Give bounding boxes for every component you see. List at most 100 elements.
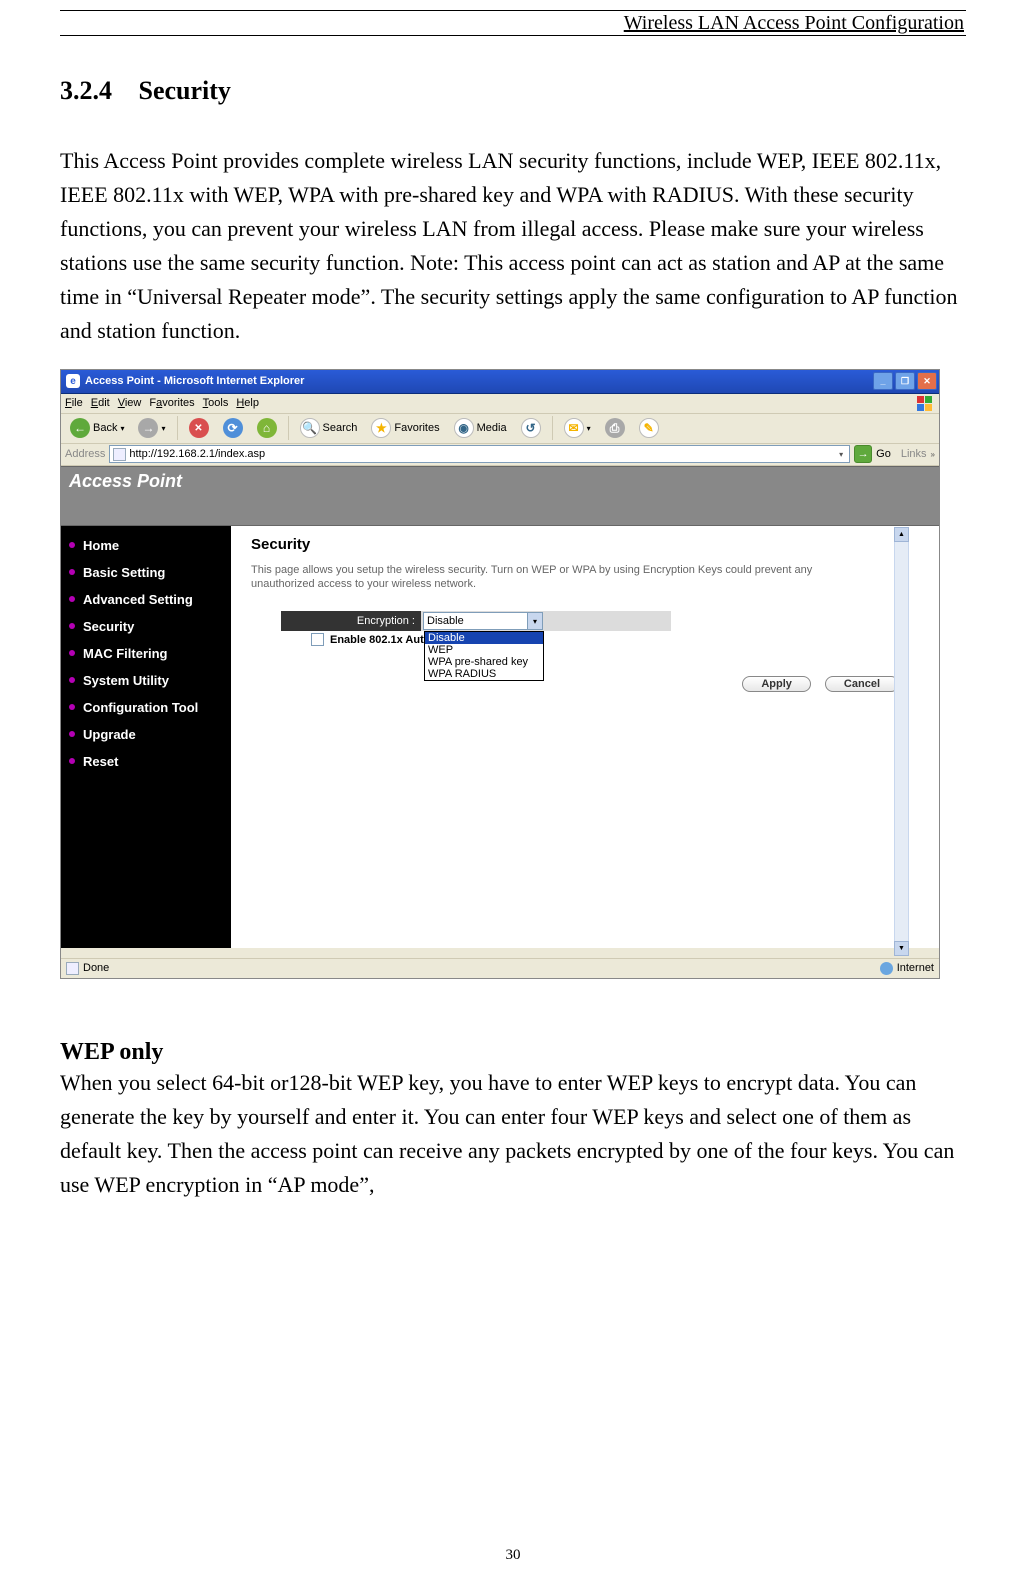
- ie-title: Access Point - Microsoft Internet Explor…: [85, 375, 304, 387]
- option-wpa-psk[interactable]: WPA pre-shared key: [425, 656, 543, 668]
- toolbar-separator: [177, 416, 178, 440]
- apply-button[interactable]: Apply: [742, 676, 811, 692]
- bullet-icon: [69, 569, 75, 575]
- nav-reset[interactable]: Reset: [61, 748, 231, 775]
- ie-statusbar: Done Internet: [61, 958, 939, 978]
- close-button[interactable]: ✕: [917, 372, 937, 390]
- encryption-select[interactable]: Disable ▾ Disable WEP WPA pre-shared key…: [423, 612, 543, 630]
- media-icon: ◉: [454, 418, 474, 438]
- forward-button[interactable]: → ▾: [133, 415, 170, 441]
- banner-text: Access Point: [69, 471, 182, 492]
- scroll-down-button[interactable]: ▼: [894, 941, 909, 956]
- address-input[interactable]: http://192.168.2.1/index.asp ▾: [109, 445, 850, 463]
- search-icon: 🔍: [300, 418, 320, 438]
- refresh-icon: ⟳: [223, 418, 243, 438]
- enable-8021x-checkbox[interactable]: [311, 633, 324, 646]
- option-disable[interactable]: Disable: [425, 632, 543, 644]
- ie-toolbar: ← Back ▾ → ▾ ✕ ⟳ ⌂ 🔍Search ★Favorites ◉M…: [61, 414, 939, 444]
- go-button[interactable]: →: [854, 445, 872, 463]
- home-button[interactable]: ⌂: [252, 415, 282, 441]
- mail-icon: ✉: [564, 418, 584, 438]
- header-text: Wireless LAN Access Point Configuration: [624, 12, 964, 35]
- nav-mac-label: MAC Filtering: [83, 646, 168, 661]
- back-label: Back: [93, 422, 117, 434]
- nav-basic-setting[interactable]: Basic Setting: [61, 559, 231, 586]
- section-heading: 3.2.4 Security: [60, 76, 966, 106]
- print-icon: ⎙: [605, 418, 625, 438]
- internet-zone-icon: [880, 962, 893, 975]
- nav-home[interactable]: Home: [61, 532, 231, 559]
- page-header: Wireless LAN Access Point Configuration: [60, 12, 966, 35]
- ie-window: e Access Point - Microsoft Internet Expl…: [60, 369, 940, 979]
- media-button[interactable]: ◉Media: [449, 415, 512, 441]
- section-title: Security: [139, 76, 231, 105]
- nav-home-label: Home: [83, 538, 119, 553]
- menu-tools[interactable]: Tools: [203, 397, 229, 409]
- site-main: Home Basic Setting Advanced Setting Secu…: [61, 526, 939, 948]
- nav-configuration-tool[interactable]: Configuration Tool: [61, 694, 231, 721]
- search-label: Search: [323, 422, 358, 434]
- menu-help[interactable]: Help: [236, 397, 259, 409]
- ie-addressbar: Address http://192.168.2.1/index.asp ▾ →…: [61, 444, 939, 466]
- wep-paragraph: When you select 64-bit or128-bit WEP key…: [60, 1066, 966, 1202]
- nav-security-label: Security: [83, 619, 134, 634]
- cancel-button[interactable]: Cancel: [825, 676, 899, 692]
- edit-icon: ✎: [639, 418, 659, 438]
- header-rule: [60, 10, 966, 11]
- favorites-button[interactable]: ★Favorites: [366, 415, 444, 441]
- ie-menubar: File Edit View Favorites Tools Help: [61, 394, 939, 414]
- chevron-down-icon: ▾: [527, 613, 542, 629]
- nav-mac-filtering[interactable]: MAC Filtering: [61, 640, 231, 667]
- bullet-icon: [69, 623, 75, 629]
- toolbar-separator: [552, 416, 553, 440]
- scrollbar-track[interactable]: [894, 542, 909, 941]
- wep-only-heading: WEP only: [60, 1039, 966, 1066]
- bullet-icon: [69, 650, 75, 656]
- refresh-button[interactable]: ⟳: [218, 415, 248, 441]
- favorites-label: Favorites: [394, 422, 439, 434]
- page-icon: [66, 962, 79, 975]
- address-dropdown-icon[interactable]: ▾: [839, 450, 846, 459]
- menu-file[interactable]: File: [65, 397, 83, 409]
- links-label[interactable]: Links: [901, 448, 927, 460]
- nav-reset-label: Reset: [83, 754, 118, 769]
- side-nav: Home Basic Setting Advanced Setting Secu…: [61, 526, 231, 948]
- status-right: Internet: [897, 962, 934, 974]
- encryption-label: Encryption :: [281, 611, 421, 631]
- intro-paragraph: This Access Point provides complete wire…: [60, 144, 966, 349]
- edit-button[interactable]: ✎: [634, 415, 664, 441]
- nav-security[interactable]: Security: [61, 613, 231, 640]
- scroll-up-button[interactable]: ▲: [894, 527, 909, 542]
- star-icon: ★: [371, 418, 391, 438]
- search-button[interactable]: 🔍Search: [295, 415, 363, 441]
- maximize-button[interactable]: ❐: [895, 372, 915, 390]
- site-banner: Access Point: [61, 466, 939, 526]
- stop-icon: ✕: [189, 418, 209, 438]
- nav-upgrade-label: Upgrade: [83, 727, 136, 742]
- address-value: http://192.168.2.1/index.asp: [129, 448, 265, 460]
- address-label: Address: [65, 448, 105, 460]
- menu-edit[interactable]: Edit: [91, 397, 110, 409]
- option-wpa-radius[interactable]: WPA RADIUS: [425, 668, 543, 680]
- stop-button[interactable]: ✕: [184, 415, 214, 441]
- back-dropdown-icon: ▾: [120, 424, 124, 433]
- page-icon: [113, 448, 126, 461]
- nav-advanced-setting[interactable]: Advanced Setting: [61, 586, 231, 613]
- bullet-icon: [69, 704, 75, 710]
- forward-icon: →: [138, 418, 158, 438]
- content-pane: Security This page allows you setup the …: [231, 526, 939, 948]
- mail-button[interactable]: ✉▾: [559, 415, 596, 441]
- header-rule-2: [60, 35, 966, 36]
- nav-system-utility[interactable]: System Utility: [61, 667, 231, 694]
- menu-view[interactable]: View: [118, 397, 142, 409]
- back-button[interactable]: ← Back ▾: [65, 415, 129, 441]
- nav-config-label: Configuration Tool: [83, 700, 198, 715]
- print-button[interactable]: ⎙: [600, 415, 630, 441]
- encryption-row: Encryption : Disable ▾ Disable WEP WPA p…: [281, 611, 919, 631]
- home-icon: ⌂: [257, 418, 277, 438]
- menu-favorites[interactable]: Favorites: [149, 397, 194, 409]
- option-wep[interactable]: WEP: [425, 644, 543, 656]
- nav-upgrade[interactable]: Upgrade: [61, 721, 231, 748]
- history-button[interactable]: ↺: [516, 415, 546, 441]
- minimize-button[interactable]: _: [873, 372, 893, 390]
